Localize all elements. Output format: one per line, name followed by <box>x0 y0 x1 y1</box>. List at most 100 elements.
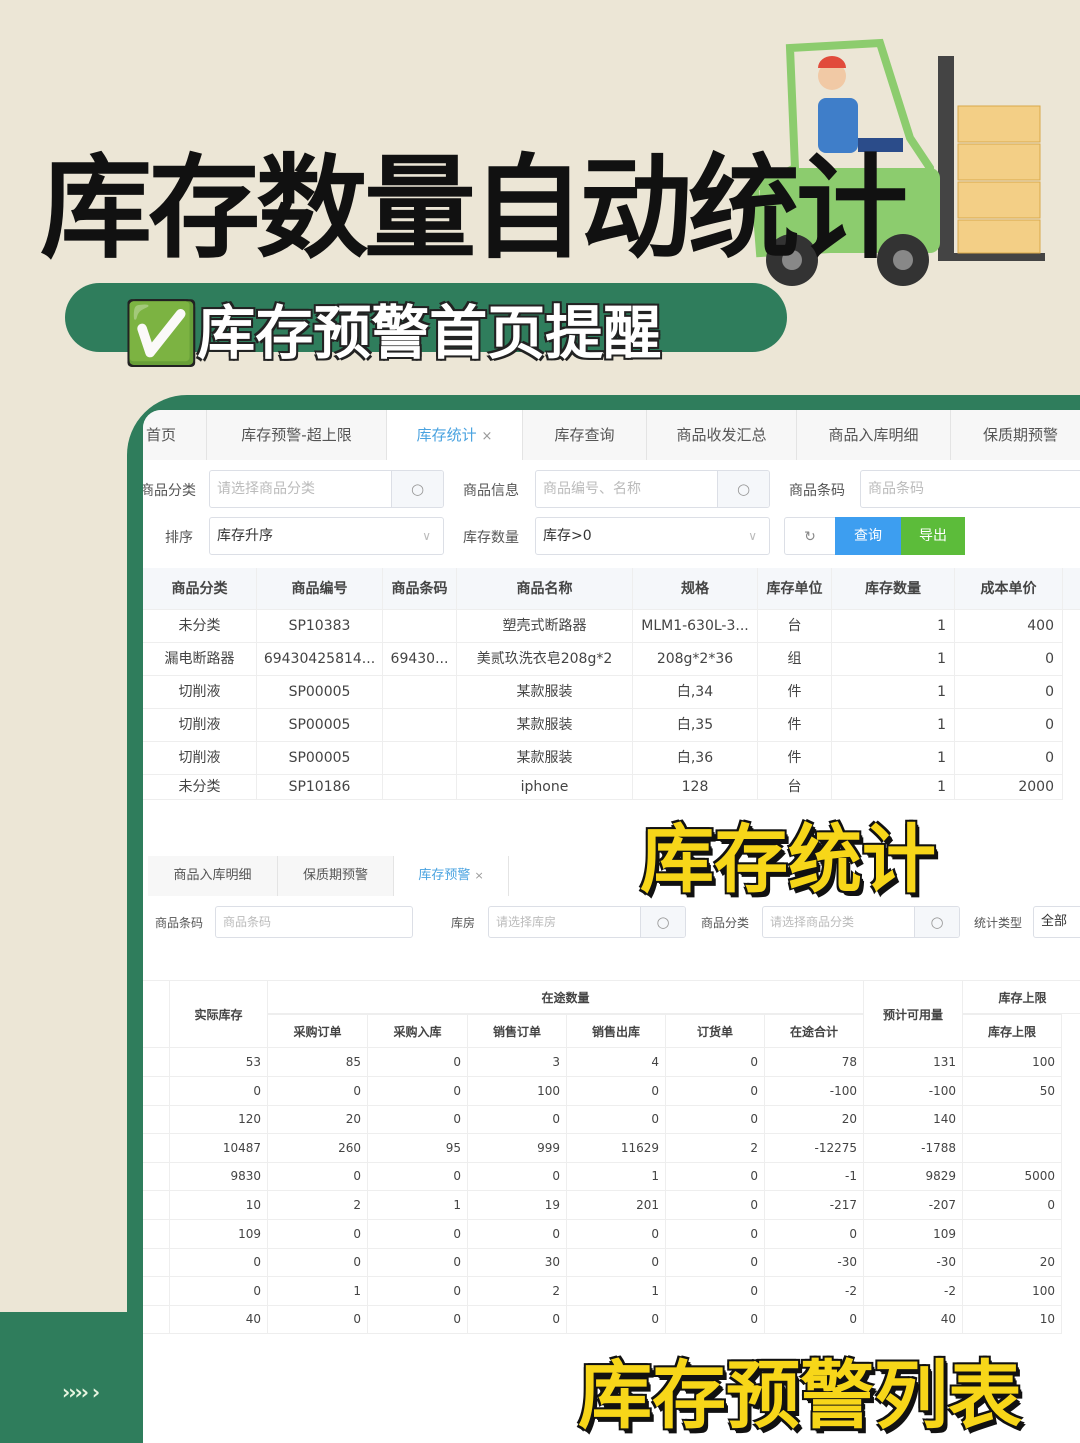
table-cell: 某款服装 <box>457 709 633 742</box>
column-header: 商品名称 <box>457 568 633 610</box>
info-input[interactable]: 商品编号、名称 ○ <box>535 470 770 508</box>
table-cell: 10 <box>963 1305 1062 1335</box>
table-cell: SP00005 <box>257 676 383 709</box>
column-header: 库存数量 <box>832 568 955 610</box>
table-cell: 0 <box>765 1305 864 1335</box>
table-cell: 0 <box>368 1305 468 1335</box>
table-cell: 组 <box>758 643 832 676</box>
table-cell: 0 <box>468 1105 567 1135</box>
table-cell: 109 <box>864 1219 963 1249</box>
table-cell: SP00005 <box>257 709 383 742</box>
table-cell: 塑壳式断路器 <box>457 610 633 643</box>
barcode-input[interactable]: 商品条码 <box>215 906 413 938</box>
column-header: 采购入库 <box>368 1014 468 1048</box>
table-cell: -1 <box>765 1162 864 1192</box>
table-cell: 1 <box>832 709 955 742</box>
column-header-upper: 库存上限 <box>963 1014 1062 1048</box>
barcode-label: 商品条码 <box>789 483 845 499</box>
table-cell <box>383 709 457 742</box>
table-cell: 78 <box>765 1048 864 1077</box>
table-cell: 0 <box>666 1105 765 1135</box>
table-cell: 0 <box>170 1276 268 1306</box>
search-icon[interactable]: ○ <box>640 907 685 937</box>
table-cell: 0 <box>170 1248 268 1278</box>
placeholder: 商品编号、名称 <box>543 481 641 497</box>
refresh-icon[interactable]: ↻ <box>784 517 836 555</box>
table-cell: 切削液 <box>143 742 257 775</box>
tab-goods-summary[interactable]: 商品收发汇总 <box>647 410 797 460</box>
row-gutter <box>143 1162 170 1192</box>
barcode-input[interactable]: 商品条码 <box>860 470 1080 508</box>
chevron-down-icon: ∨ <box>748 529 757 543</box>
close-icon[interactable]: × <box>481 429 492 444</box>
table-cell: 件 <box>758 676 832 709</box>
search-icon[interactable]: ○ <box>717 471 769 507</box>
column-header: 销售出库 <box>567 1014 666 1048</box>
category-input[interactable]: 请选择商品分类 ○ <box>209 470 444 508</box>
category-label: 商品分类 <box>143 483 196 499</box>
row-gutter <box>143 1248 170 1278</box>
table-cell: 0 <box>666 1076 765 1106</box>
table-cell: 4 <box>567 1048 666 1077</box>
category-input[interactable]: 请选择商品分类 ○ <box>762 906 960 938</box>
tab-stock-stats[interactable]: 库存统计 × <box>387 410 523 460</box>
table-cell: 件 <box>758 742 832 775</box>
tab-shelf-life[interactable]: 保质期预警 <box>278 856 394 896</box>
column-header: 成本单价 <box>955 568 1063 610</box>
table-cell: 201 <box>567 1191 666 1220</box>
column-header-actual: 实际库存 <box>170 980 268 1048</box>
table-cell: -30 <box>864 1248 963 1278</box>
table-cell: 台 <box>758 610 832 643</box>
column-header: 采购订单 <box>268 1014 368 1048</box>
table-cell <box>963 1105 1062 1135</box>
table-cell: SP10383 <box>257 610 383 643</box>
tab-stock-warning-over[interactable]: 库存预警-超上限 <box>207 410 387 460</box>
barcode-label: 商品条码 <box>155 916 204 930</box>
tab-home[interactable]: 首页 <box>143 410 207 460</box>
select-value: 库存升序 <box>217 528 273 544</box>
table-cell <box>963 1219 1062 1249</box>
row-gutter <box>143 1276 170 1306</box>
table-cell: 20 <box>268 1105 368 1135</box>
table-cell: 漏电断路器 <box>143 643 257 676</box>
stat-type-select[interactable]: 全部 <box>1033 906 1080 938</box>
query-button[interactable]: 查询 <box>835 517 901 555</box>
row-gutter <box>143 1305 170 1335</box>
table-cell: 0 <box>268 1162 368 1192</box>
table-cell: 切削液 <box>143 709 257 742</box>
table-cell: 0 <box>468 1305 567 1335</box>
table-cell: 208g*2*36 <box>633 643 758 676</box>
table-cell: 0 <box>666 1305 765 1335</box>
table-cell: 1 <box>567 1162 666 1192</box>
search-icon[interactable]: ○ <box>391 471 443 507</box>
table-cell: SP10186 <box>257 775 383 800</box>
tab-inbound-detail[interactable]: 商品入库明细 <box>797 410 951 460</box>
qty-select[interactable]: 库存>0 ∨ <box>535 517 770 555</box>
warehouse-input[interactable]: 请选择库房 ○ <box>488 906 686 938</box>
export-button[interactable]: 导出 <box>901 517 965 555</box>
select-value: 库存>0 <box>543 528 592 544</box>
tab-stock-query[interactable]: 库存查询 <box>523 410 647 460</box>
table-cell: 0 <box>567 1305 666 1335</box>
close-icon[interactable]: × <box>474 869 483 882</box>
column-group-in-transit: 在途数量 <box>268 980 864 1014</box>
search-icon[interactable]: ○ <box>914 907 959 937</box>
subtitle: ✅库存预警首页提醒 <box>125 299 662 367</box>
table-cell: 白,35 <box>633 709 758 742</box>
table-cell: -100 <box>864 1076 963 1106</box>
table-cell: 9829 <box>864 1162 963 1192</box>
table-cell: 1 <box>832 676 955 709</box>
tab-stock-warning[interactable]: 库存预警 × <box>394 856 509 896</box>
table-cell: 0 <box>268 1219 368 1249</box>
table-cell: 0 <box>567 1248 666 1278</box>
table-cell: 19 <box>468 1191 567 1220</box>
sort-select[interactable]: 库存升序 ∨ <box>209 517 444 555</box>
row-gutter <box>143 1191 170 1220</box>
tab-shelf-life[interactable]: 保质期预警 <box>951 410 1080 460</box>
table-cell: 0 <box>666 1219 765 1249</box>
table-cell: 0 <box>567 1219 666 1249</box>
tab-inbound-detail[interactable]: 商品入库明细 <box>148 856 278 896</box>
table-cell: 某款服装 <box>457 742 633 775</box>
column-group-upper: 库存上限 <box>963 980 1080 1014</box>
table-cell: -207 <box>864 1191 963 1220</box>
